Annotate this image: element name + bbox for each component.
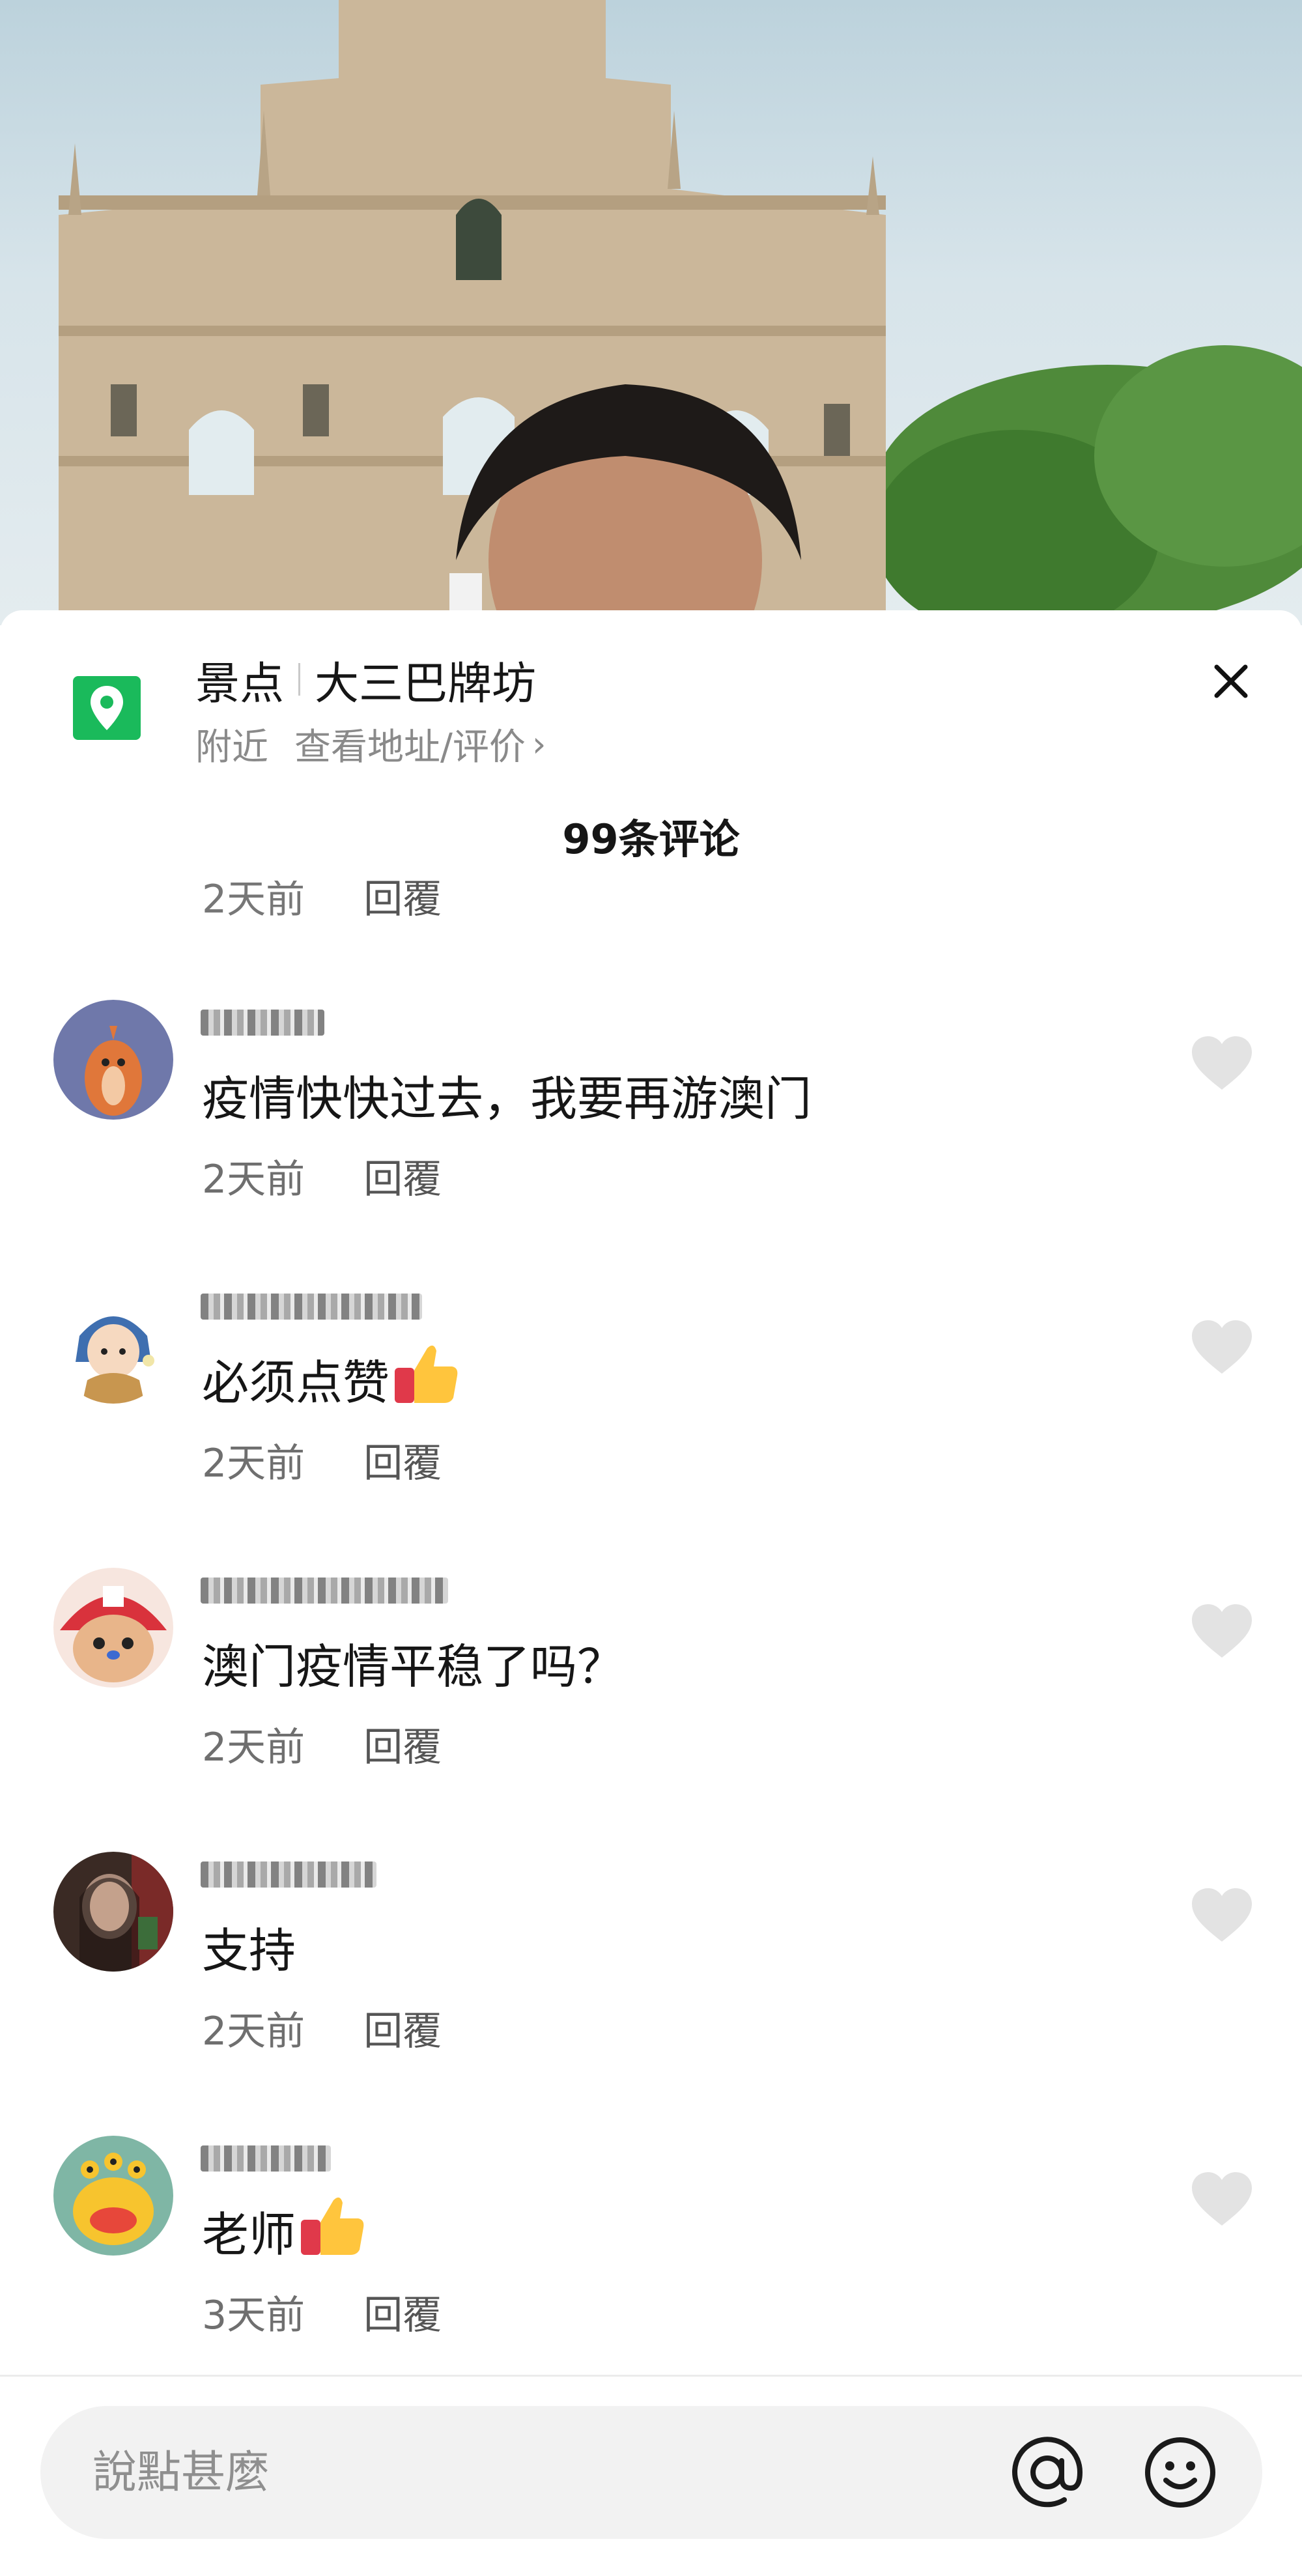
heart-icon[interactable] bbox=[1189, 1030, 1254, 1096]
comment-text: 澳门疫情平稳了吗？ bbox=[202, 1639, 625, 1694]
thumbs-up-emoji bbox=[392, 1342, 460, 1415]
photo-avatar bbox=[53, 1852, 173, 1972]
ruins-scene-illustration bbox=[59, 0, 1302, 625]
location-subtitle: 附近 查看地址/评价 › bbox=[195, 719, 546, 769]
username-blurred[interactable] bbox=[201, 1566, 452, 1615]
comment-text: 疫情快快过去，我要再游澳门 bbox=[202, 1071, 812, 1126]
cartoon-girl-avatar bbox=[53, 1284, 173, 1404]
heart-icon[interactable] bbox=[1189, 1314, 1254, 1380]
close-icon[interactable] bbox=[1198, 649, 1264, 714]
comment-count: 99条评论 bbox=[562, 815, 740, 863]
video-background bbox=[0, 0, 1302, 625]
username-blurred[interactable] bbox=[201, 2134, 335, 2183]
heart-icon[interactable] bbox=[1189, 1598, 1254, 1663]
nearby-label: 附近 bbox=[195, 726, 268, 769]
map-pin-icon[interactable] bbox=[73, 676, 141, 740]
chevron-right-icon: › bbox=[531, 723, 546, 765]
heart-icon[interactable] bbox=[1189, 2166, 1254, 2231]
comment-time: 3天前 bbox=[202, 2292, 305, 2338]
chopper-avatar bbox=[53, 1568, 173, 1688]
comment-item: 支持 2天前 回覆 bbox=[0, 1712, 1302, 2054]
comment-item: 疫情快快过去，我要再游澳门 2天前 回覆 bbox=[0, 881, 1302, 1202]
comment-meta: 3天前 回覆 bbox=[202, 2286, 442, 2338]
avatar[interactable] bbox=[53, 1000, 173, 1120]
location-category: 景点 bbox=[195, 658, 285, 710]
at-icon[interactable] bbox=[1008, 2433, 1086, 2512]
comment-input-bar bbox=[40, 2406, 1262, 2539]
location-name: 大三巴牌坊 bbox=[315, 658, 537, 710]
avatar[interactable] bbox=[53, 1284, 173, 1404]
title-divider bbox=[298, 663, 301, 696]
comment-input[interactable] bbox=[92, 2406, 1004, 2539]
orange-creature-avatar bbox=[53, 1000, 173, 1120]
heart-icon[interactable] bbox=[1189, 1882, 1254, 1947]
avatar[interactable] bbox=[53, 2136, 173, 2256]
comment-text: 必须点赞 bbox=[202, 1345, 460, 1410]
thumbs-up-emoji bbox=[298, 2194, 366, 2267]
smiley-icon[interactable] bbox=[1141, 2433, 1219, 2512]
username-blurred[interactable] bbox=[201, 1282, 426, 1331]
avatar[interactable] bbox=[53, 1568, 173, 1688]
comment-item: 必须点赞 2天前 回覆 bbox=[0, 1144, 1302, 1486]
yellow-monster-avatar bbox=[53, 2136, 173, 2256]
reply-button[interactable]: 回覆 bbox=[363, 2284, 442, 2340]
comment-text: 支持 bbox=[202, 1923, 296, 1978]
comment-item: 澳门疫情平稳了吗？ 2天前 回覆 bbox=[0, 1428, 1302, 1770]
comment-list[interactable]: 2天前 回覆 疫情快快过去，我要再游澳门 2天前 回覆 必须点赞 2天前 回覆 … bbox=[0, 881, 1302, 2376]
comment-text: 老师 bbox=[202, 2197, 366, 2262]
username-blurred[interactable] bbox=[201, 1850, 380, 1899]
view-address-link[interactable]: 查看地址/评价 bbox=[294, 718, 526, 771]
avatar[interactable] bbox=[53, 1852, 173, 1972]
comment-item: 老师 3天前 回覆 bbox=[0, 1996, 1302, 2338]
location-title[interactable]: 景点 大三巴牌坊 bbox=[195, 650, 537, 710]
username-blurred[interactable] bbox=[201, 998, 328, 1047]
input-divider bbox=[0, 2375, 1302, 2377]
